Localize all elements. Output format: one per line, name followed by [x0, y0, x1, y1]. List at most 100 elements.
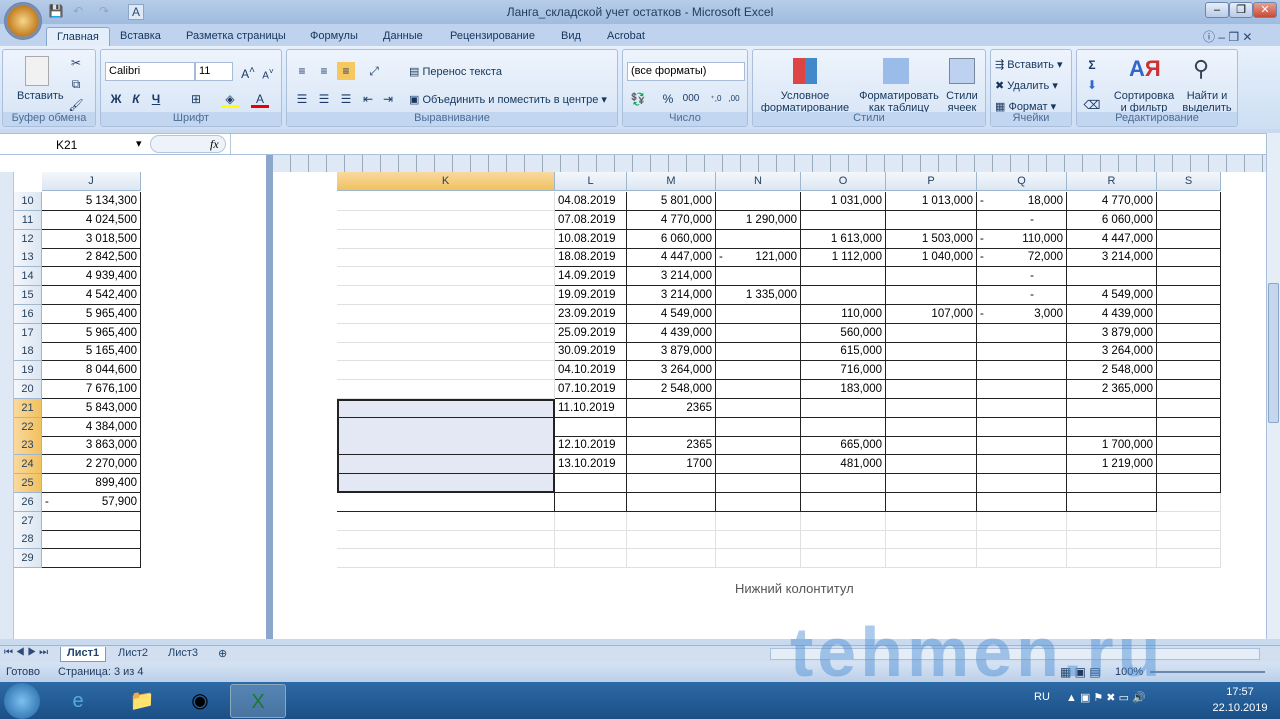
font-color-icon[interactable]: A — [251, 90, 269, 108]
cell-n[interactable] — [716, 436, 801, 456]
cell-o[interactable] — [801, 286, 886, 305]
zoom-slider[interactable] — [1150, 671, 1265, 673]
sheet-nav-icon[interactable]: ⏮ ◀ ▶ ⏭ — [4, 647, 48, 658]
cell-o[interactable]: 716,000 — [801, 361, 886, 381]
cell-l[interactable]: 12.10.2019 — [555, 436, 627, 456]
cell-m[interactable]: 4 447,000 — [627, 248, 716, 268]
cell-q[interactable]: - — [977, 286, 1067, 305]
cell-l[interactable]: 30.09.2019 — [555, 342, 627, 362]
cell-o[interactable]: 183,000 — [801, 380, 886, 399]
cell-o[interactable]: 665,000 — [801, 436, 886, 456]
cell-n[interactable] — [716, 398, 801, 418]
row-header[interactable]: 29 — [14, 549, 42, 569]
cell-n[interactable] — [716, 267, 801, 287]
cell-n[interactable]: 1 290,000 — [716, 210, 801, 230]
cell-p[interactable] — [886, 342, 977, 362]
cell-j[interactable]: 4 939,400 — [42, 267, 141, 287]
row-header[interactable]: 20 — [14, 380, 42, 399]
cell-s[interactable] — [1157, 417, 1221, 437]
cell-s[interactable] — [1157, 229, 1221, 249]
cell-k[interactable] — [337, 511, 555, 531]
cell-l[interactable] — [555, 492, 627, 512]
cell-m[interactable]: 2365 — [627, 436, 716, 456]
cell-k[interactable] — [337, 323, 555, 343]
cell-p[interactable] — [886, 474, 977, 493]
cell-p[interactable] — [886, 436, 977, 456]
column-header-r[interactable]: R — [1067, 172, 1157, 191]
cell-j[interactable] — [42, 530, 141, 550]
close-button[interactable]: ✕ — [1253, 2, 1277, 18]
tab-acrobat[interactable]: Acrobat — [597, 27, 655, 46]
cell-j[interactable]: 4 024,500 — [42, 210, 141, 230]
cell-p[interactable]: 1 013,000 — [886, 192, 977, 211]
cell-l[interactable]: 07.08.2019 — [555, 210, 627, 230]
cell-n[interactable] — [716, 455, 801, 475]
align-top-icon[interactable]: ≡ — [293, 62, 311, 80]
cell-m[interactable]: 3 879,000 — [627, 342, 716, 362]
cell-q[interactable]: - — [977, 210, 1067, 230]
cell-r[interactable] — [1067, 267, 1157, 287]
sheet-tab-1[interactable]: Лист1 — [60, 647, 107, 662]
ie-icon[interactable]: e — [50, 684, 106, 718]
cell-m[interactable]: 1700 — [627, 455, 716, 475]
row-header[interactable]: 28 — [14, 530, 42, 550]
cell-m[interactable] — [627, 549, 716, 569]
cell-k[interactable] — [337, 286, 555, 305]
cell-l[interactable]: 19.09.2019 — [555, 286, 627, 305]
cell-o[interactable] — [801, 210, 886, 230]
cell-r[interactable] — [1067, 398, 1157, 418]
align-center-icon[interactable]: ☰ — [315, 90, 333, 108]
cell-p[interactable]: 1 503,000 — [886, 229, 977, 249]
restore-button[interactable]: ❐ — [1229, 2, 1253, 18]
name-box[interactable]: K21 — [0, 135, 148, 154]
autosum-icon[interactable]: Σ — [1083, 56, 1101, 74]
formula-input[interactable] — [230, 134, 1266, 154]
cell-o[interactable]: 615,000 — [801, 342, 886, 362]
cell-l[interactable]: 14.09.2019 — [555, 267, 627, 287]
cell-n[interactable]: 1 335,000 — [716, 286, 801, 305]
italic-button[interactable]: К — [127, 90, 145, 108]
cell-l[interactable]: 13.10.2019 — [555, 455, 627, 475]
cell-o[interactable]: 110,000 — [801, 304, 886, 324]
cell-s[interactable] — [1157, 474, 1221, 493]
percent-button[interactable]: % — [659, 90, 677, 108]
cell-q[interactable]: - — [977, 267, 1067, 287]
column-header-k[interactable]: K — [337, 172, 555, 191]
cell-s[interactable] — [1157, 323, 1221, 343]
cell-p[interactable] — [886, 511, 977, 531]
cell-j[interactable]: 2 270,000 — [42, 455, 141, 475]
row-header[interactable]: 10 — [14, 192, 42, 211]
thousands-button[interactable]: 000 — [679, 90, 703, 108]
insert-sheet-icon[interactable]: ⊕ — [212, 647, 233, 662]
cell-s[interactable] — [1157, 192, 1221, 211]
cell-q[interactable] — [977, 530, 1067, 550]
cell-r[interactable]: 2 548,000 — [1067, 361, 1157, 381]
cell-k[interactable] — [337, 530, 555, 550]
cell-s[interactable] — [1157, 398, 1221, 418]
cell-o[interactable] — [801, 530, 886, 550]
cell-s[interactable] — [1157, 549, 1221, 569]
cell-r[interactable]: 4 439,000 — [1067, 304, 1157, 324]
tab-insert[interactable]: Вставка — [110, 27, 171, 46]
cell-p[interactable] — [886, 210, 977, 230]
row-header[interactable]: 15 — [14, 286, 42, 305]
conditional-format-button[interactable]: Условное форматирование — [757, 90, 853, 114]
row-header[interactable]: 17 — [14, 323, 42, 343]
cell-q[interactable] — [977, 474, 1067, 493]
cell-o[interactable]: 481,000 — [801, 455, 886, 475]
row-header[interactable]: 14 — [14, 267, 42, 287]
language-indicator[interactable]: RU — [1034, 691, 1050, 703]
align-middle-icon[interactable]: ≡ — [315, 62, 333, 80]
cell-r[interactable]: 1 219,000 — [1067, 455, 1157, 475]
cell-l[interactable]: 04.08.2019 — [555, 192, 627, 211]
cell-p[interactable] — [886, 492, 977, 512]
cell-j[interactable] — [42, 511, 141, 531]
cell-r[interactable]: 4 447,000 — [1067, 229, 1157, 249]
shrink-font-icon[interactable]: A˅ — [259, 62, 277, 81]
tab-data[interactable]: Данные — [373, 27, 433, 46]
cell-o[interactable]: 560,000 — [801, 323, 886, 343]
cell-r[interactable] — [1067, 549, 1157, 569]
cell-j[interactable]: 5 165,400 — [42, 342, 141, 362]
cell-l[interactable] — [555, 417, 627, 437]
cell-l[interactable] — [555, 474, 627, 493]
